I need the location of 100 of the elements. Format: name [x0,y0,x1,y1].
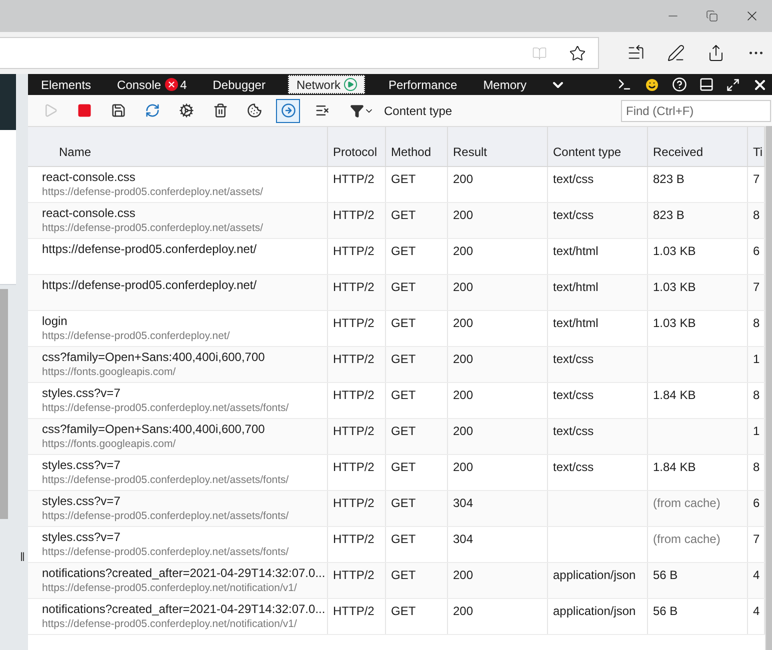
table-cell: text/css [553,424,594,438]
table-cell: HTTP/2 [333,568,374,582]
table-cell: 304 [453,496,474,510]
table-cell: GET [391,568,416,582]
table-cell: 1 [753,352,760,366]
play-icon [42,103,58,118]
table-cell: text/html [553,280,598,294]
table-cell: GET [391,460,416,474]
error-icon [165,78,178,91]
splitter-handle[interactable]: ‖ [20,548,25,566]
request-name: https://defense-prod05.conferdeploy.net/ [42,242,258,257]
table-cell: 7 [753,280,760,294]
table-cell: GET [391,352,416,366]
dock-icon[interactable] [699,77,714,92]
table-cell: GET [391,532,416,546]
table-cell: GET [391,316,416,330]
request-url: https://defense-prod05.conferdeploy.net/assets/fonts/ [42,545,290,559]
table-cell: 6 [753,244,760,258]
request-name: css?family=Open+Sans:400,400i,600,700 [42,422,266,437]
column-header[interactable]: Result [448,127,548,166]
column-header[interactable]: Content type [548,127,648,166]
table-cell: 1.03 KB [653,280,696,294]
request-name: styles.css?v=7 [42,458,122,473]
request-url: https://defense-prod05.conferdeploy.net/notification/v1/ [42,581,298,595]
table-cell: GET [391,208,416,222]
pen-icon[interactable] [667,44,685,62]
clear-list-icon [314,103,330,118]
cookie-icon [246,103,262,118]
request-name: login [42,314,68,329]
devtools-tab[interactable]: Console 4 [104,75,200,94]
find-field[interactable]: Find (Ctrl+F) [621,100,771,122]
table-cell: 7 [753,172,760,186]
table-cell: text/css [553,388,594,402]
table-cell: 8 [753,316,760,330]
page-header [0,74,16,130]
address-field[interactable] [0,37,599,69]
table-cell: HTTP/2 [333,352,374,366]
bypass-button[interactable] [276,98,300,122]
favorite-icon[interactable] [569,44,586,62]
filter-label: Content type [384,102,452,120]
table-cell: HTTP/2 [333,244,374,258]
table-cell: application/json [553,568,636,582]
table-cell: GET [391,424,416,438]
devtools-tab[interactable]: Performance [375,75,470,94]
table-cell: text/css [553,172,594,186]
table-cell: 200 [453,568,474,582]
devtools-tab[interactable]: Debugger [200,75,278,94]
table-cell: 56 B [653,568,678,582]
table-cell: 304 [453,532,474,546]
request-url: https://fonts.googleapis.com/ [42,437,177,451]
request-url: https://defense-prod05.conferdeploy.net/assets/ [42,221,264,235]
request-name: https://defense-prod05.conferdeploy.net/ [42,278,258,293]
table-cell: HTTP/2 [333,208,374,222]
table-cell: HTTP/2 [333,496,374,510]
request-url: https://defense-prod05.conferdeploy.net/assets/fonts/ [42,473,290,487]
table-cell: 56 B [653,604,678,618]
request-url: https://defense-prod05.conferdeploy.net/assets/fonts/ [42,509,290,523]
table-cell: 8 [753,388,760,402]
table-cell: HTTP/2 [333,604,374,618]
column-header[interactable]: Method [386,127,448,166]
table-cell: HTTP/2 [333,532,374,546]
table-cell: application/json [553,604,636,618]
request-name: styles.css?v=7 [42,494,122,509]
save-icon [110,103,126,118]
table-cell: GET [391,244,416,258]
table-cell: text/css [553,460,594,474]
table-cell: 200 [453,604,474,618]
restore-icon[interactable] [706,10,718,22]
table-cell: 4 [753,604,760,618]
column-header[interactable]: Received [648,127,748,166]
request-name: react-console.css [42,206,136,221]
help-icon[interactable] [672,77,687,92]
devtools-tab[interactable]: Memory [470,75,540,94]
column-header[interactable]: Name [28,127,328,166]
request-url: https://defense-prod05.conferdeploy.net/assets/fonts/ [42,401,290,415]
table-cell: 1.84 KB [653,388,696,402]
table-cell: (from cache) [653,532,720,546]
table-cell: 6 [753,496,760,510]
request-name: styles.css?v=7 [42,386,122,401]
column-header[interactable]: Protocol [328,127,386,166]
table-cell: 1 [753,424,760,438]
table-cell: HTTP/2 [333,280,374,294]
table-cell: GET [391,604,416,618]
share-icon[interactable] [707,44,725,62]
filter-button[interactable] [350,104,374,118]
table-cell: text/html [553,316,598,330]
smiley-icon[interactable] [644,76,660,92]
devtools-tab[interactable]: Network [288,75,366,94]
stop-icon [76,103,92,118]
table-cell: HTTP/2 [333,460,374,474]
table-cell: 8 [753,208,760,222]
devtools-tab[interactable]: Elements [28,75,104,94]
table-cell: 823 B [653,208,684,222]
table-cell: 200 [453,172,474,186]
console-icon[interactable] [617,77,632,92]
table-cell: HTTP/2 [333,172,374,186]
request-name: notifications?created_after=2021-04-29T14:32:07.0... [42,566,326,581]
undock-icon[interactable] [726,78,740,92]
request-name: styles.css?v=7 [42,530,122,545]
table-cell: (from cache) [653,496,720,510]
